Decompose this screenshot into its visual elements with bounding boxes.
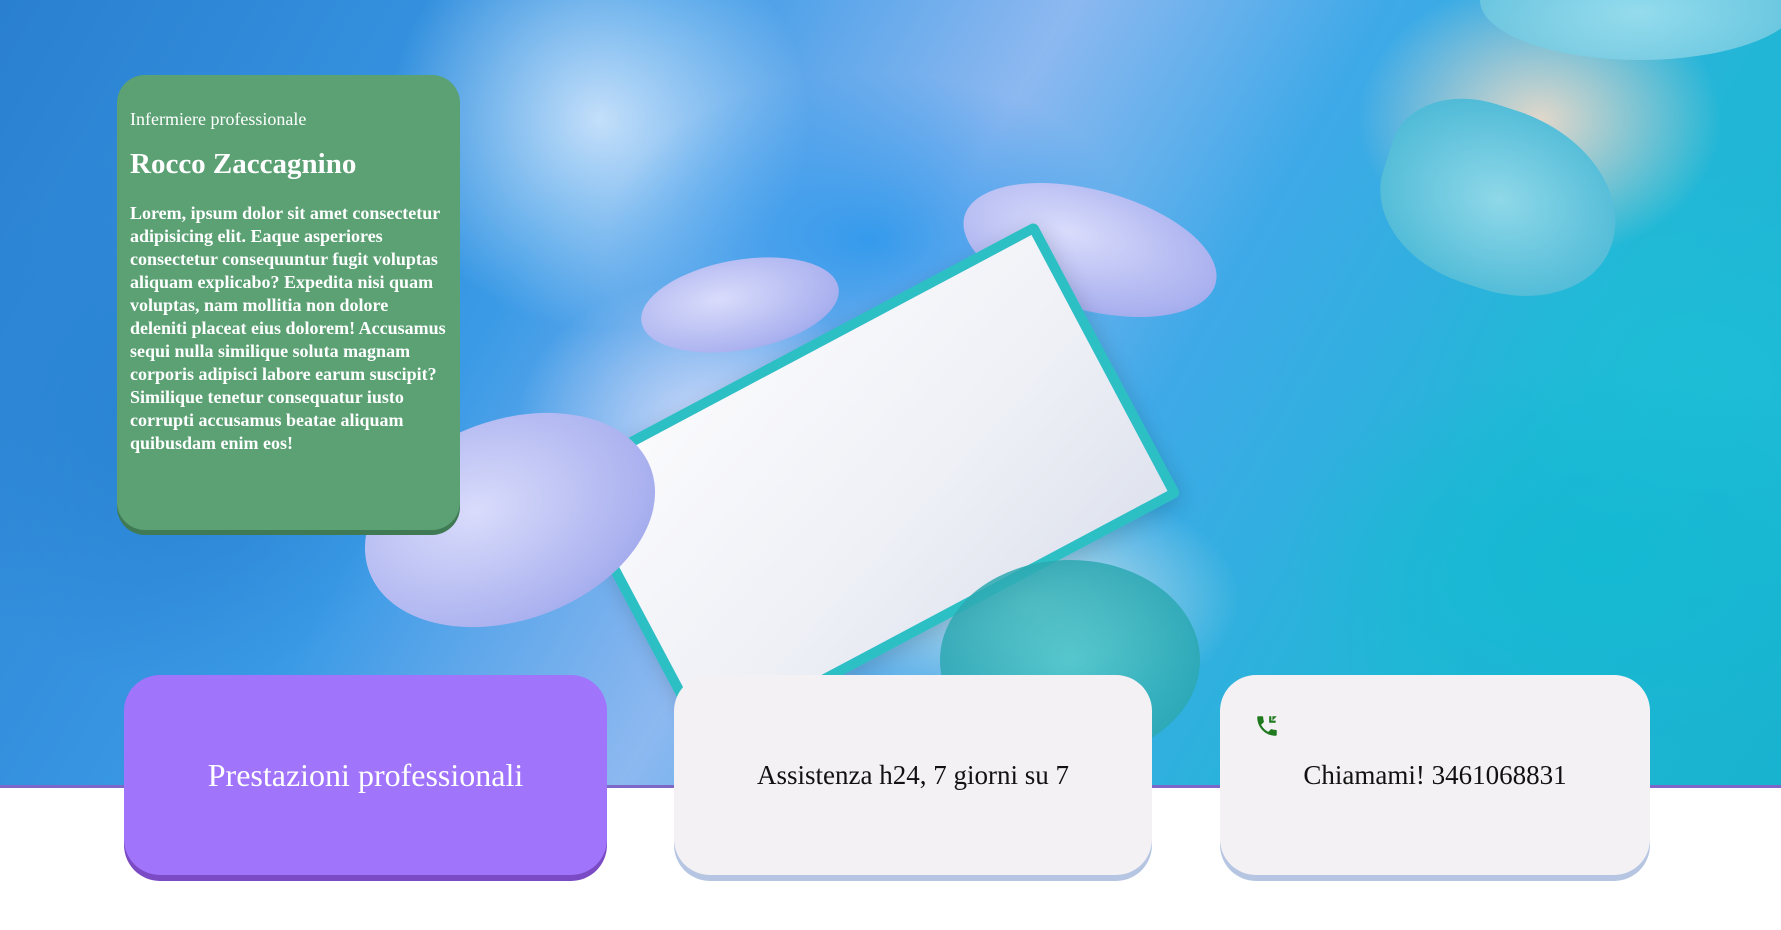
services-card-label: Prestazioni professionali: [207, 756, 524, 793]
profile-role: Infermiere professionale: [130, 109, 307, 129]
call-card-label: Chiamami! 3461068831: [1303, 759, 1567, 790]
hero-surgical-mask: [1358, 77, 1642, 323]
phone-icon: [1254, 713, 1280, 739]
call-card[interactable]: Chiamami! 3461068831: [1220, 675, 1650, 875]
hero-surgeon-cap: [1480, 0, 1781, 60]
profile-name: Rocco Zaccagnino: [130, 147, 357, 180]
services-card[interactable]: Prestazioni professionali: [124, 675, 607, 875]
assistance-card: Assistenza h24, 7 giorni su 7: [674, 675, 1152, 875]
profile-description: Lorem, ipsum dolor sit amet consectetur …: [130, 203, 446, 454]
profile-card: Infermiere professionale Rocco Zaccagnin…: [117, 75, 460, 530]
assistance-card-label: Assistenza h24, 7 giorni su 7: [757, 759, 1069, 790]
